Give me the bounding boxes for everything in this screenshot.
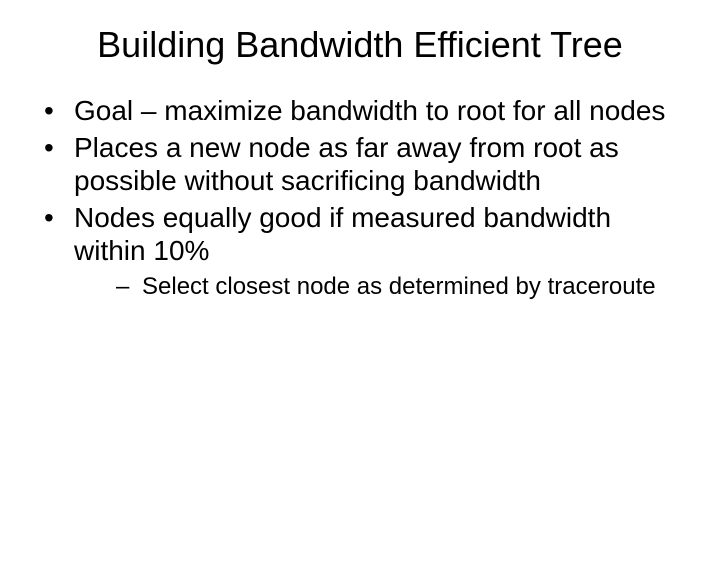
- sub-bullet-text: Select closest node as determined by tra…: [142, 273, 656, 300]
- sub-bullet-list: Select closest node as determined by tra…: [74, 273, 684, 302]
- bullet-item: Goal – maximize bandwidth to root for al…: [36, 94, 684, 127]
- bullet-text: Places a new node as far away from root …: [74, 132, 619, 196]
- sub-bullet-item: Select closest node as determined by tra…: [116, 273, 684, 302]
- slide: Building Bandwidth Efficient Tree Goal –…: [0, 24, 720, 564]
- slide-body: Goal – maximize bandwidth to root for al…: [0, 94, 720, 302]
- bullet-item: Places a new node as far away from root …: [36, 131, 684, 197]
- bullet-item: Nodes equally good if measured bandwidth…: [36, 201, 684, 302]
- bullet-list: Goal – maximize bandwidth to root for al…: [36, 94, 684, 302]
- bullet-text: Goal – maximize bandwidth to root for al…: [74, 95, 665, 126]
- slide-title: Building Bandwidth Efficient Tree: [0, 24, 720, 66]
- bullet-text: Nodes equally good if measured bandwidth…: [74, 202, 611, 266]
